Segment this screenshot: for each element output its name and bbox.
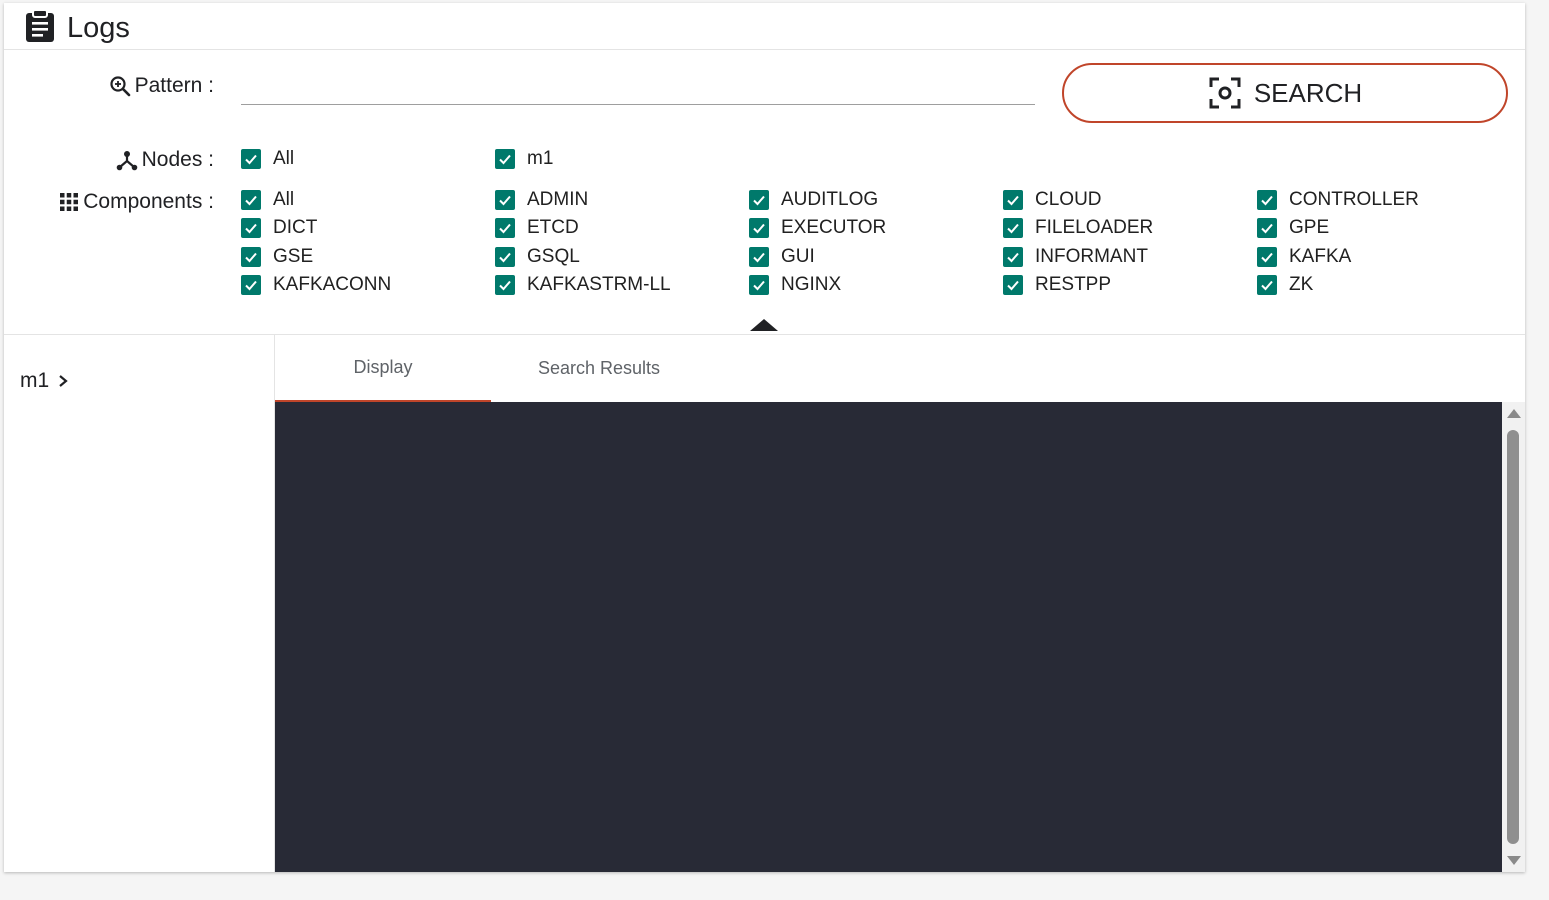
checkbox-checked-icon[interactable] <box>495 190 515 210</box>
checkbox-label: GPE <box>1289 217 1330 238</box>
checkbox-checked-icon[interactable] <box>1257 218 1277 238</box>
checkbox-checked-icon[interactable] <box>749 247 769 267</box>
chevron-right-icon <box>59 375 68 387</box>
components-label: Components : <box>83 190 214 213</box>
checkbox-checked-icon[interactable] <box>495 149 515 169</box>
checkbox-label: ETCD <box>527 217 579 238</box>
checkbox-controller[interactable]: CONTROLLER <box>1257 188 1419 212</box>
tab-display[interactable]: Display <box>275 335 491 402</box>
checkbox-label: KAFKASTRM-LL <box>527 274 671 295</box>
checkbox-checked-icon[interactable] <box>1257 247 1277 267</box>
checkbox-label: KAFKACONN <box>273 274 392 295</box>
checkbox-checked-icon[interactable] <box>1003 275 1023 295</box>
checkbox-checked-icon[interactable] <box>241 247 261 267</box>
checkbox-gui[interactable]: GUI <box>749 245 815 269</box>
checkbox-label: INFORMANT <box>1035 246 1148 267</box>
tab-bar: Display Search Results <box>275 335 1525 402</box>
scan-icon <box>1209 77 1241 109</box>
checkbox-checked-icon[interactable] <box>495 218 515 238</box>
checkbox-checked-icon[interactable] <box>1257 275 1277 295</box>
page-title: Logs <box>67 12 130 44</box>
checkbox-checked-icon[interactable] <box>1003 218 1023 238</box>
checkbox-etcd[interactable]: ETCD <box>495 216 579 240</box>
checkbox-kafkastrm-ll[interactable]: KAFKASTRM-LL <box>495 273 671 297</box>
checkbox-informant[interactable]: INFORMANT <box>1003 245 1148 269</box>
scroll-down-arrow-icon[interactable] <box>1507 856 1521 865</box>
checkbox-label: All <box>273 189 295 210</box>
nodes-label-group: Nodes : <box>64 145 214 175</box>
checkbox-gsql[interactable]: GSQL <box>495 245 580 269</box>
tree-item-m1[interactable]: m1 <box>20 369 69 393</box>
checkbox-dict[interactable]: DICT <box>241 216 317 240</box>
checkbox-restpp[interactable]: RESTPP <box>1003 273 1111 297</box>
checkbox-nginx[interactable]: NGINX <box>749 273 841 297</box>
hub-icon <box>116 151 137 171</box>
checkbox-checked-icon[interactable] <box>241 218 261 238</box>
logs-panel: Logs Pattern : SEARCH Nodes : All m1 Com… <box>4 3 1525 872</box>
checkbox-label: ADMIN <box>527 189 589 210</box>
checkbox-label: FILELOADER <box>1035 217 1154 238</box>
tree-item-label: m1 <box>20 369 50 392</box>
checkbox-label: DICT <box>273 217 318 238</box>
checkbox-checked-icon[interactable] <box>241 190 261 210</box>
checkbox-checked-icon[interactable] <box>495 275 515 295</box>
checkbox-kafka[interactable]: KAFKA <box>1257 245 1351 269</box>
pattern-label-group: Pattern : <box>64 71 214 101</box>
checkbox-all[interactable]: All <box>241 188 294 212</box>
checkbox-checked-icon[interactable] <box>749 190 769 210</box>
checkbox-label: CONTROLLER <box>1289 189 1419 210</box>
nodes-label: Nodes : <box>141 148 214 171</box>
scroll-thumb[interactable] <box>1507 430 1519 844</box>
checkbox-executor[interactable]: EXECUTOR <box>749 216 886 240</box>
checkbox-label: GSQL <box>527 246 580 267</box>
collapse-filters-arrow-icon[interactable] <box>750 319 778 331</box>
checkbox-gpe[interactable]: GPE <box>1257 216 1329 240</box>
checkbox-label: EXECUTOR <box>781 217 887 238</box>
header: Logs <box>4 3 1525 50</box>
components-label-group: Components : <box>24 187 214 217</box>
checkbox-checked-icon[interactable] <box>241 275 261 295</box>
checkbox-m1[interactable]: m1 <box>495 147 553 171</box>
checkbox-checked-icon[interactable] <box>1003 247 1023 267</box>
apps-grid-icon <box>60 193 79 211</box>
checkbox-label: NGINX <box>781 274 842 295</box>
checkbox-label: GSE <box>273 246 314 267</box>
checkbox-checked-icon[interactable] <box>1003 190 1023 210</box>
checkbox-label: GUI <box>781 246 815 267</box>
node-tree: m1 <box>4 335 275 872</box>
checkbox-zk[interactable]: ZK <box>1257 273 1313 297</box>
checkbox-checked-icon[interactable] <box>749 275 769 295</box>
checkbox-kafkaconn[interactable]: KAFKACONN <box>241 273 391 297</box>
search-button[interactable]: SEARCH <box>1062 63 1508 123</box>
log-console[interactable] <box>275 402 1502 872</box>
checkbox-label: ZK <box>1289 274 1314 295</box>
checkbox-auditlog[interactable]: AUDITLOG <box>749 188 878 212</box>
checkbox-checked-icon[interactable] <box>749 218 769 238</box>
checkbox-gse[interactable]: GSE <box>241 245 313 269</box>
checkbox-checked-icon[interactable] <box>495 247 515 267</box>
checkbox-label: m1 <box>527 148 554 169</box>
checkbox-checked-icon[interactable] <box>241 149 261 169</box>
zoom-in-icon <box>110 76 130 97</box>
checkbox-label: CLOUD <box>1035 189 1102 210</box>
console-scrollbar[interactable] <box>1502 402 1525 872</box>
clipboard-icon <box>26 9 54 42</box>
checkbox-label: AUDITLOG <box>781 189 879 210</box>
checkbox-admin[interactable]: ADMIN <box>495 188 588 212</box>
checkbox-checked-icon[interactable] <box>1257 190 1277 210</box>
checkbox-label: KAFKA <box>1289 246 1352 267</box>
checkbox-label: All <box>273 148 295 169</box>
checkbox-all[interactable]: All <box>241 147 294 171</box>
checkbox-cloud[interactable]: CLOUD <box>1003 188 1102 212</box>
checkbox-fileloader[interactable]: FILELOADER <box>1003 216 1153 240</box>
scroll-up-arrow-icon[interactable] <box>1507 409 1521 418</box>
checkbox-label: RESTPP <box>1035 274 1112 295</box>
pattern-label: Pattern : <box>134 74 214 97</box>
search-button-label: SEARCH <box>1253 77 1363 108</box>
pattern-input[interactable] <box>241 69 1035 105</box>
tab-search-results[interactable]: Search Results <box>491 335 707 402</box>
